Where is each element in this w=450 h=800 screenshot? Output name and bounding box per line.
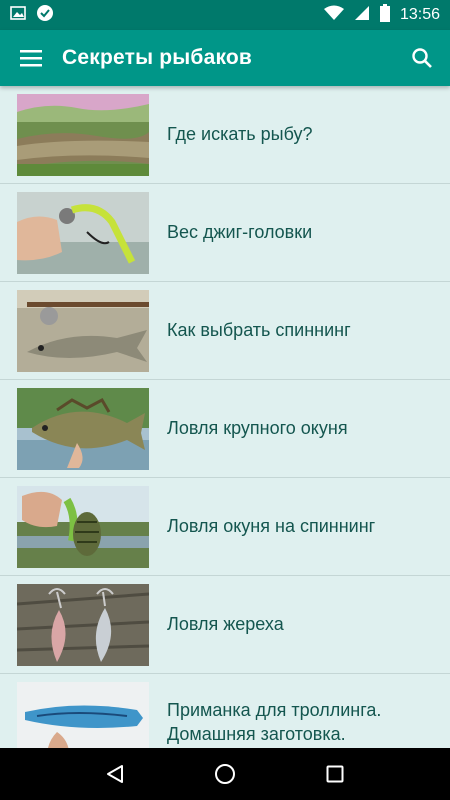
home-button[interactable] — [195, 748, 255, 800]
list-item[interactable]: Приманка для троллинга. Домашняя заготов… — [0, 674, 450, 748]
article-title: Ловля жереха — [167, 613, 284, 634]
trolling-lure-photo-thumbnail — [17, 681, 149, 748]
search-button[interactable] — [394, 30, 450, 86]
system-nav-bar — [0, 748, 450, 800]
list-item[interactable]: Ловля окуня на спиннинг — [0, 478, 450, 576]
jig-head-photo-thumbnail — [17, 191, 149, 274]
status-time: 13:56 — [399, 6, 440, 23]
battery-icon — [379, 3, 390, 27]
recents-square-icon — [326, 765, 344, 783]
list-item[interactable]: Ловля крупного окуня — [0, 380, 450, 478]
status-left-icons — [10, 4, 54, 27]
recents-button[interactable] — [305, 748, 365, 800]
perch-photo-thumbnail — [17, 387, 149, 470]
article-title: Вес джиг-головки — [167, 221, 313, 242]
article-title: Как выбрать спиннинг — [167, 319, 351, 340]
list-item[interactable]: Ловля жереха — [0, 576, 450, 674]
spoon-lures-photo-thumbnail — [17, 583, 149, 666]
wifi-icon — [323, 5, 344, 26]
article-title: Где искать рыбу? — [167, 123, 313, 144]
status-right-icons: 13:56 — [323, 3, 440, 27]
home-circle-icon — [215, 764, 235, 784]
river-photo-thumbnail — [17, 93, 149, 176]
list-item[interactable]: Где искать рыбу? — [0, 86, 450, 184]
back-triangle-icon — [107, 765, 123, 783]
app-bar: Секреты рыбаков — [0, 30, 450, 86]
check-badge-icon — [36, 4, 54, 27]
list-item[interactable]: Вес джиг-головки — [0, 184, 450, 282]
list-item[interactable]: Как выбрать спиннинг — [0, 282, 450, 380]
perch-spinning-photo-thumbnail — [17, 485, 149, 568]
status-bar: 13:56 — [0, 0, 450, 30]
spinning-rod-photo-thumbnail — [17, 289, 149, 372]
article-list[interactable]: Где искать рыбу? Вес джиг-головки Как вы… — [0, 86, 450, 748]
page-title: Секреты рыбаков — [62, 46, 253, 69]
article-title: Ловля крупного окуня — [167, 417, 348, 438]
menu-button[interactable] — [0, 30, 62, 86]
article-title: Приманка для троллинга. Домашняя заготов… — [167, 700, 382, 744]
hamburger-menu-icon — [20, 50, 42, 67]
back-button[interactable] — [85, 748, 145, 800]
search-icon — [412, 48, 432, 68]
signal-icon — [354, 5, 370, 26]
image-icon — [10, 5, 26, 26]
article-title: Ловля окуня на спиннинг — [167, 515, 376, 536]
